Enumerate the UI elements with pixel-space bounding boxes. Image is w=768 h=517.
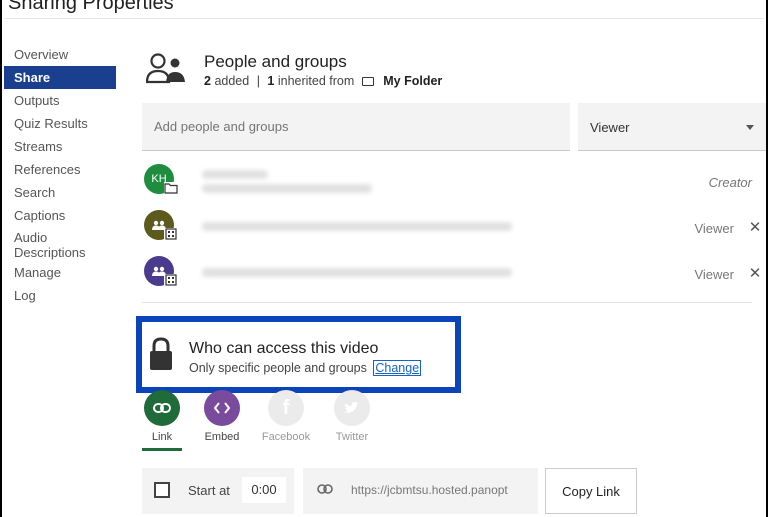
- summary-separator: |: [256, 74, 260, 88]
- sidebar-item-captions[interactable]: Captions: [4, 204, 116, 227]
- close-icon[interactable]: ✕: [748, 264, 762, 282]
- link-share-label: Link: [151, 431, 173, 443]
- sidebar-item-quiz-results[interactable]: Quiz Results: [4, 112, 116, 135]
- sidebar-item-outputs[interactable]: Outputs: [4, 89, 116, 112]
- section-divider: [142, 302, 752, 303]
- link-icon: [153, 403, 171, 413]
- access-summary-box: Who can access this video Only specific …: [136, 316, 461, 393]
- twitter-icon: [344, 402, 360, 413]
- twitter-share-label: Twitter: [335, 431, 369, 443]
- sidebar-item-streams[interactable]: Streams: [4, 135, 116, 158]
- group-name-redacted: [202, 268, 512, 277]
- person-name-redacted: [202, 170, 268, 179]
- lock-icon: [150, 337, 172, 370]
- inherited-text: inherited from: [277, 74, 355, 88]
- folder-icon: [164, 182, 178, 194]
- sidebar-item-share[interactable]: Share: [4, 66, 116, 89]
- facebook-icon: f: [282, 396, 290, 419]
- add-people-input[interactable]: [142, 103, 570, 151]
- start-at-time-field[interactable]: 0:00: [242, 477, 286, 503]
- start-at-label: Start at: [188, 483, 230, 498]
- facebook-share-label: Facebook: [261, 431, 311, 443]
- people-list: KH Creator Viewer ✕ Viewer ✕: [142, 160, 762, 298]
- active-tab-indicator: [142, 448, 182, 451]
- building-icon: [164, 228, 178, 240]
- added-text: added: [214, 74, 250, 88]
- page-heading: Sharing Properties: [8, 0, 174, 14]
- inherited-count: 1: [267, 74, 275, 88]
- sidebar-item-references[interactable]: References: [4, 158, 116, 181]
- page-header-cut: Sharing Properties: [2, 0, 766, 18]
- app-frame: Sharing Properties Overview Share Output…: [0, 0, 768, 517]
- share-url-field[interactable]: https://jcbmtsu.hosted.panopt: [303, 468, 538, 514]
- sidebar-item-audio-descriptions[interactable]: Audio Descriptions: [4, 227, 86, 261]
- twitter-share-button[interactable]: [334, 390, 370, 426]
- access-level: Only specific people and groups: [189, 361, 367, 375]
- list-item: Viewer ✕: [142, 252, 762, 298]
- role-select[interactable]: Viewer: [578, 103, 766, 151]
- access-title: Who can access this video: [189, 340, 379, 357]
- facebook-share-button[interactable]: f: [268, 390, 304, 426]
- code-icon: [214, 402, 230, 414]
- person-role: Viewer: [694, 267, 734, 282]
- role-select-value: Viewer: [590, 120, 630, 135]
- header-divider: [4, 18, 764, 19]
- person-role: Creator: [708, 175, 752, 190]
- start-at-checkbox[interactable]: [154, 482, 170, 498]
- share-url-text: https://jcbmtsu.hosted.panopt: [351, 483, 508, 497]
- list-item: Viewer ✕: [142, 206, 762, 252]
- list-item: KH Creator: [142, 160, 762, 206]
- people-groups-header: People and groups 2 added | 1 inherited …: [142, 50, 702, 90]
- share-options: f Link Embed Facebook Twitter: [142, 390, 402, 451]
- folder-name[interactable]: My Folder: [383, 74, 442, 88]
- link-share-button[interactable]: [144, 390, 180, 426]
- start-at-control: Start at 0:00: [142, 468, 294, 514]
- sidebar: Overview Share Outputs Quiz Results Stre…: [4, 43, 116, 307]
- link-icon: [317, 484, 333, 494]
- sidebar-item-overview[interactable]: Overview: [4, 43, 116, 66]
- people-groups-title: People and groups: [204, 52, 347, 71]
- person-role: Viewer: [694, 221, 734, 236]
- building-icon: [164, 274, 178, 286]
- sidebar-item-log[interactable]: Log: [4, 284, 116, 307]
- copy-link-button[interactable]: Copy Link: [545, 468, 637, 514]
- added-count: 2: [204, 74, 211, 88]
- embed-share-label: Embed: [204, 431, 240, 443]
- close-icon[interactable]: ✕: [748, 218, 762, 236]
- people-icon: [146, 53, 185, 84]
- change-access-link[interactable]: Change: [373, 360, 422, 376]
- embed-share-button[interactable]: [204, 390, 240, 426]
- chevron-down-icon: [746, 125, 754, 130]
- group-name-redacted: [202, 222, 512, 231]
- people-groups-summary: 2 added | 1 inherited from My Folder: [204, 74, 442, 88]
- person-email-redacted: [202, 184, 372, 193]
- folder-icon: [361, 77, 374, 86]
- sidebar-item-manage[interactable]: Manage: [4, 261, 116, 284]
- sidebar-item-search[interactable]: Search: [4, 181, 116, 204]
- access-subtitle: Only specific people and groups Change: [189, 360, 422, 376]
